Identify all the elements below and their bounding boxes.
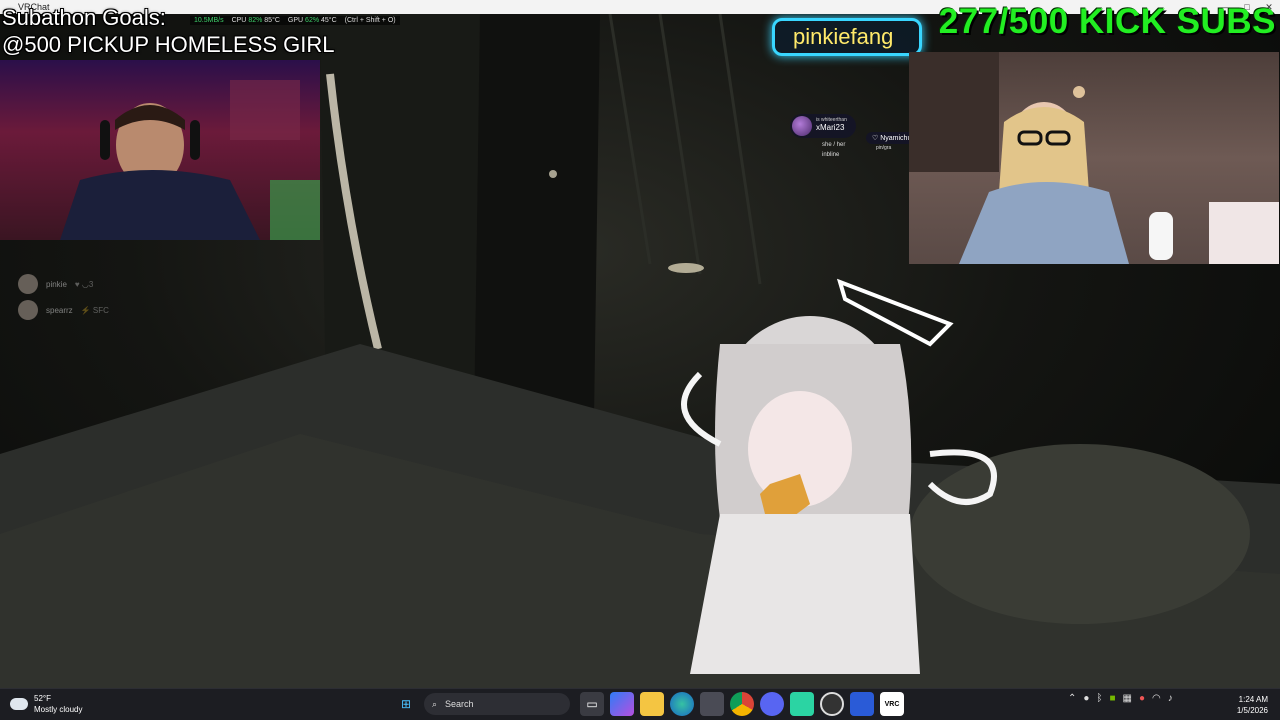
- neon-sign: pinkiefang: [772, 18, 922, 56]
- curtain-folds: [608, 14, 762, 285]
- nameplate-sub-1: she / her: [822, 142, 846, 148]
- participant-name: pinkie: [46, 279, 67, 289]
- search-icon: ⌕: [432, 698, 438, 709]
- streamer-webcam: [0, 60, 320, 240]
- search-input[interactable]: ⌕ Search: [424, 693, 570, 715]
- subs-counter: 277/500 KICK SUBS: [938, 2, 1276, 41]
- taskbar-clock[interactable]: 1:24 AM 1/5/2026: [1237, 694, 1268, 716]
- participant-name: spearrz: [46, 305, 73, 315]
- net-speed: 10.5MB/s: [194, 17, 224, 24]
- weather-widget[interactable]: 52°F Mostly cloudy: [10, 693, 82, 715]
- cpu-stats: CPU 82% 85°C: [231, 17, 280, 24]
- player-nameplate[interactable]: is whiteerthan xMari23: [790, 114, 856, 138]
- nvidia-icon[interactable]: ■: [1109, 693, 1115, 704]
- copilot-icon[interactable]: [610, 692, 634, 716]
- overlay-hotkey: (Ctrl + Shift + O): [344, 17, 396, 24]
- nameplate-2-sub: pin/gra: [876, 145, 892, 151]
- gpu-stats: GPU 62% 45°C: [287, 17, 337, 24]
- edge-icon[interactable]: [670, 692, 694, 716]
- taskbar: 52°F Mostly cloudy ⊞ ⌕ Search ▭ VRC ⌃ ● …: [0, 688, 1280, 720]
- cloud-icon: [10, 698, 28, 710]
- task-view-icon[interactable]: ▭: [580, 692, 604, 716]
- clock-time: 1:24 AM: [1238, 695, 1268, 704]
- webcam-image: [60, 80, 320, 240]
- game-icon[interactable]: [790, 692, 814, 716]
- avatar: [18, 274, 38, 294]
- pillow-right: [910, 444, 1250, 624]
- store-icon[interactable]: [700, 692, 724, 716]
- chrome-icon[interactable]: [730, 692, 754, 716]
- lamp-glow: [668, 263, 704, 273]
- webcam-image: [909, 52, 1279, 264]
- chevron-up-icon[interactable]: ⌃: [1068, 693, 1076, 704]
- network-icon[interactable]: ▦: [1122, 693, 1131, 704]
- participant-tag: ⚡ SFC: [80, 305, 109, 315]
- clock-date: 1/5/2026: [1236, 706, 1268, 715]
- search-placeholder: Search: [445, 699, 474, 709]
- windows-start-icon[interactable]: ⊞: [394, 692, 418, 716]
- bluetooth-icon[interactable]: ᛒ: [1096, 693, 1102, 704]
- tray-app-icon[interactable]: ●: [1083, 693, 1089, 704]
- system-tray: ⌃ ● ᛒ ■ ▦ ● ◠ ♪: [1068, 693, 1173, 704]
- nameplate-pronouns: she / her inbline: [822, 140, 845, 160]
- weather-desc: Mostly cloudy: [34, 705, 83, 714]
- voice-participants: pinkie ♥ ◡3 spearrz ⚡ SFC: [18, 271, 109, 323]
- list-item: spearrz ⚡ SFC: [18, 297, 109, 323]
- weather-temp: 52°F: [34, 694, 51, 703]
- taskbar-apps: ⊞ ⌕ Search ▭ VRC: [394, 692, 904, 716]
- nameplate-name: xMari23: [816, 123, 845, 132]
- performance-overlay: 10.5MB/s CPU 82% 85°C GPU 62% 45°C (Ctrl…: [190, 16, 400, 25]
- subathon-goals: Subathon Goals: @500 PICKUP HOMELESS GIR…: [2, 4, 335, 58]
- subathon-goal: @500 PICKUP HOMELESS GIRL: [2, 32, 335, 57]
- nameplate-sub-2: inbline: [822, 152, 840, 158]
- file-explorer-icon[interactable]: [640, 692, 664, 716]
- avatar: [18, 300, 38, 320]
- app-icon[interactable]: [850, 692, 874, 716]
- nameplate-avatar: [792, 116, 812, 136]
- microphone-icon[interactable]: ●: [1139, 693, 1145, 704]
- wifi-icon[interactable]: ◠: [1152, 693, 1161, 704]
- vrchat-icon[interactable]: VRC: [880, 692, 904, 716]
- volume-icon[interactable]: ♪: [1168, 693, 1173, 704]
- obs-icon[interactable]: [820, 692, 844, 716]
- guest-webcam: [909, 52, 1279, 264]
- participant-tag: ♥ ◡3: [74, 279, 94, 289]
- discord-icon[interactable]: [760, 692, 784, 716]
- list-item: pinkie ♥ ◡3: [18, 271, 109, 297]
